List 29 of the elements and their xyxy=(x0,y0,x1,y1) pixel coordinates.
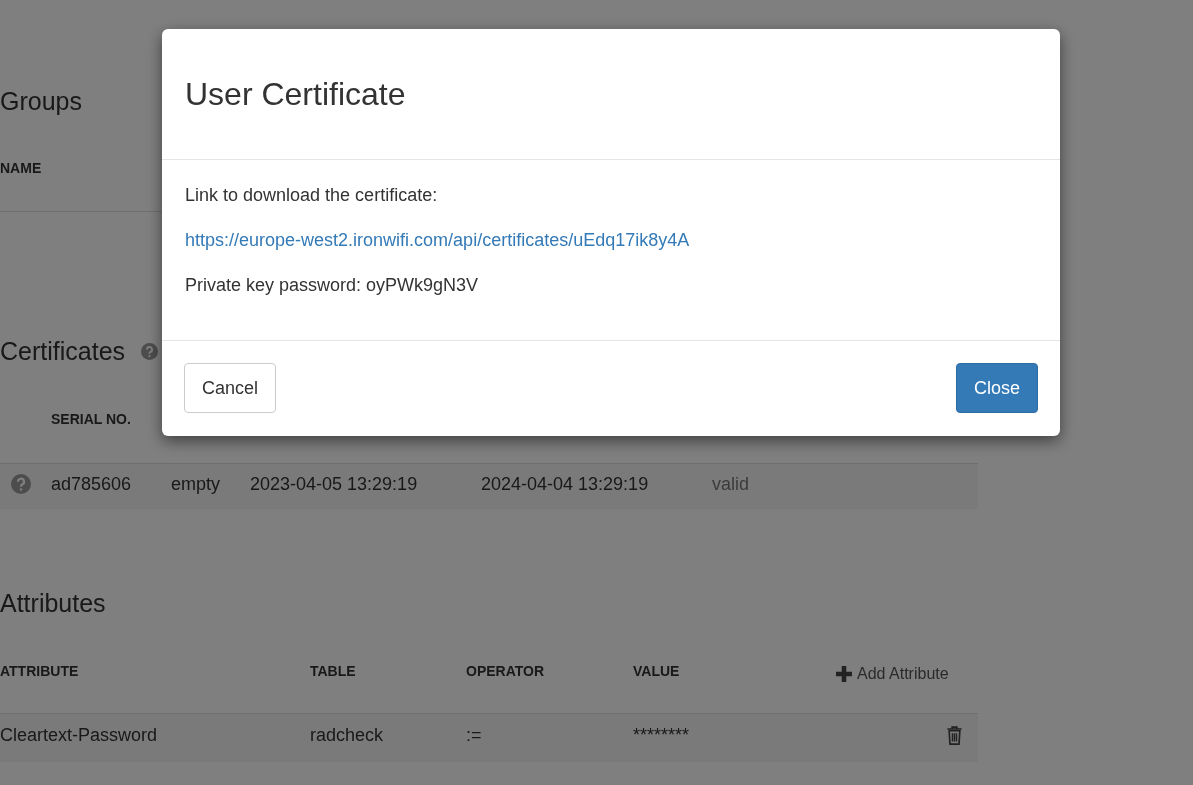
column-header: TABLE xyxy=(310,663,356,679)
table-cell: 2024-04-04 13:29:19 xyxy=(481,474,649,495)
body-text: Private key password: oyPWk9gN3V xyxy=(185,275,479,296)
table-cell: valid xyxy=(712,474,750,495)
table-cell: radcheck xyxy=(310,725,384,746)
table-cell: ******** xyxy=(633,725,690,746)
trash-icon[interactable] xyxy=(946,726,963,745)
column-header: NAME xyxy=(0,160,42,176)
table-cell: Cleartext-Password xyxy=(0,725,158,746)
body-text: Link to download the certificate: xyxy=(185,185,438,206)
table-cell: empty xyxy=(171,474,221,495)
table-cell: ad785606 xyxy=(51,474,132,495)
download-link[interactable]: https://europe-west2.ironwifi.com/api/certificates/uEdq17ik8y4A xyxy=(185,230,690,251)
cancel-button[interactable]: Cancel xyxy=(184,363,277,413)
close-button[interactable]: Close xyxy=(955,363,1038,413)
section-heading: Attributes xyxy=(0,589,107,618)
modal-title: User Certificate xyxy=(185,75,406,113)
column-header: OPERATOR xyxy=(466,663,545,679)
help-icon[interactable] xyxy=(141,343,159,360)
section-heading: Certificates xyxy=(0,337,126,366)
column-header: ATTRIBUTE xyxy=(0,663,79,679)
table-cell: := xyxy=(466,725,482,746)
column-header: SERIAL NO. xyxy=(51,411,131,427)
table-cell: 2023-04-05 13:29:19 xyxy=(250,474,418,495)
add-attribute-link[interactable]: Add Attribute xyxy=(836,665,949,683)
section-heading: Groups xyxy=(0,87,82,116)
column-header: VALUE xyxy=(633,663,680,679)
plus-icon xyxy=(836,666,852,682)
help-icon[interactable] xyxy=(11,474,31,494)
